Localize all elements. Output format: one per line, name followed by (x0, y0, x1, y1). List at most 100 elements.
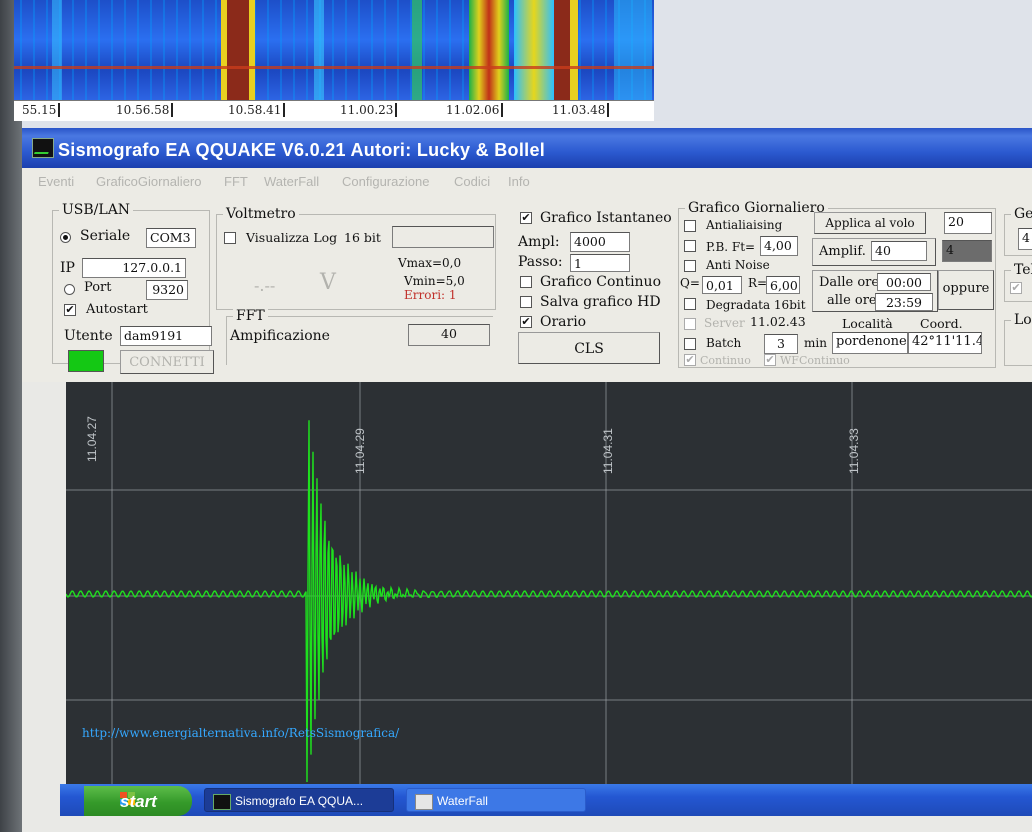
server-time: 11.02.43 (750, 314, 806, 329)
menu-codici[interactable]: Codici (454, 174, 490, 189)
network-url[interactable]: http://www.energialternativa.info/RetsSi… (82, 726, 399, 740)
menu-info[interactable]: Info (508, 174, 530, 189)
log-checkbox[interactable] (224, 232, 236, 244)
fft-amp-field[interactable]: 40 (408, 324, 490, 346)
task-waterfall[interactable]: WaterFall (406, 788, 586, 812)
voltage-unit: V (320, 270, 336, 295)
step-field[interactable]: 1 (570, 254, 630, 272)
serial-port-field[interactable]: COM3 (146, 228, 196, 248)
pb-checkbox[interactable] (684, 240, 696, 252)
title-bar[interactable]: Sismografo EA QQUAKE V6.0.21 Autori: Luc… (22, 128, 1032, 168)
step-label: Passo: (518, 254, 563, 270)
window-title: Sismografo EA QQUAKE V6.0.21 Autori: Luc… (58, 140, 546, 160)
wfcontinuo-checkbox[interactable]: ✔ (764, 354, 776, 366)
r-label: R= (748, 276, 768, 290)
save-hd-checkbox[interactable] (520, 296, 532, 308)
waterfall-tick: 11.02.06 (446, 103, 504, 117)
waterfall-time-axis: 55.15 10.56.58 10.58.41 11.00.23 11.02.0… (14, 100, 654, 121)
to-label: alle ore (827, 293, 877, 308)
serial-label: Seriale (80, 228, 131, 244)
user-field[interactable]: dam9191 (120, 326, 212, 346)
apply-live-button[interactable]: Applica al volo (814, 212, 926, 234)
cls-button[interactable]: CLS (518, 332, 660, 364)
log-group: Log (1004, 312, 1032, 366)
autostart-label: Autostart (86, 302, 148, 317)
time-checkbox[interactable]: ✔ (520, 316, 532, 328)
control-panel: USB/LAN Seriale COM3 IP 127.0.0.1 Port 9… (22, 194, 1032, 382)
port-field[interactable]: 9320 (146, 280, 188, 300)
antinoise-checkbox[interactable] (684, 260, 696, 272)
waterfall-tick: 11.03.48 (552, 103, 610, 117)
batch-field[interactable]: 3 (764, 334, 798, 354)
fft-title: FFT (233, 308, 268, 324)
to-field[interactable]: 23:59 (875, 293, 933, 311)
log-display (392, 226, 494, 248)
q-label: Q= (680, 276, 700, 290)
locality-field[interactable]: pordenone (832, 332, 908, 354)
time-tick-label: 11.04.33 (847, 428, 861, 474)
task-waterfall-label: WaterFall (437, 794, 488, 808)
seismograph-app-icon (32, 138, 54, 158)
continuo-label: Continuo (700, 354, 751, 367)
amplif-field[interactable]: 40 (871, 241, 927, 261)
locality-label: Località (842, 316, 893, 331)
degraded-checkbox[interactable] (684, 298, 696, 310)
wfcontinuo-label: WFContinuo (780, 354, 850, 367)
time-range-group: Dalle ore 00:00 alle ore 23:59 (812, 270, 938, 312)
ip-field[interactable]: 127.0.0.1 (82, 258, 186, 278)
voltmeter-title: Voltmetro (223, 206, 299, 222)
taskbar: start Sismografo EA QQUA... WaterFall (60, 784, 1032, 816)
menu-configurazione[interactable]: Configurazione (342, 174, 429, 189)
waterfall-tick: 55.15 (22, 103, 61, 117)
pb-field[interactable]: 4,00 (760, 236, 798, 256)
tel-checkbox[interactable]: ✔ (1010, 282, 1022, 294)
coord-field[interactable]: 42°11'11.42 (908, 332, 982, 354)
menu-waterfall[interactable]: WaterFall (264, 174, 319, 189)
ge-field[interactable]: 4 (1018, 228, 1032, 250)
task-sismografo[interactable]: Sismografo EA QQUA... (204, 788, 394, 812)
waterfall-tick: 11.00.23 (340, 103, 398, 117)
continuo-checkbox[interactable]: ✔ (684, 354, 696, 366)
or-button[interactable]: oppure (938, 270, 994, 310)
continuous-chart-checkbox[interactable] (520, 276, 532, 288)
menu-fft[interactable]: FFT (224, 174, 248, 189)
coord-label: Coord. (920, 316, 963, 331)
batch-checkbox[interactable] (684, 338, 696, 350)
port-radio[interactable] (64, 284, 75, 295)
window-task-icon (415, 794, 433, 810)
daily-chart-title: Grafico Giornaliero (685, 200, 828, 216)
apply-live-field[interactable]: 20 (944, 212, 992, 234)
time-tick-label: 11.04.31 (601, 428, 615, 474)
seismogram-chart: 11.04.27 11.04.29 11.04.31 11.04.33 http://… (66, 382, 1032, 786)
menu-bar: Eventi GraficoGiornaliero FFT WaterFall … (22, 168, 1032, 194)
server-checkbox[interactable] (684, 318, 696, 330)
ampl-field[interactable]: 4000 (570, 232, 630, 252)
start-button[interactable]: start (84, 786, 192, 816)
q-field[interactable]: 0,01 (702, 276, 742, 294)
autostart-checkbox[interactable]: ✔ (64, 304, 76, 316)
antialias-checkbox[interactable] (684, 220, 696, 232)
amplif-label: Amplif. (819, 244, 866, 259)
waterfall-spectrogram (14, 0, 654, 100)
batch-label: Batch (706, 336, 742, 350)
amplif-field-secondary[interactable]: 4 (942, 240, 992, 262)
menu-eventi[interactable]: Eventi (38, 174, 74, 189)
serial-radio[interactable] (60, 232, 71, 243)
voltage-reading: -.-- (254, 276, 276, 295)
instant-chart-checkbox[interactable]: ✔ (520, 212, 532, 224)
time-tick-label: 11.04.27 (85, 416, 99, 462)
user-label: Utente (64, 328, 113, 344)
usb-lan-title: USB/LAN (59, 202, 134, 218)
r-field[interactable]: 6,00 (766, 276, 800, 294)
degraded-label: Degradata 16bit (706, 298, 806, 312)
task-sismografo-label: Sismografo EA QQUA... (235, 794, 364, 808)
log-label: Visualizza Log (246, 230, 338, 245)
waterfall-tick: 10.58.41 (228, 103, 286, 117)
errors-count: Errori: 1 (404, 288, 457, 302)
from-field[interactable]: 00:00 (877, 273, 931, 291)
menu-grafico-giornaliero[interactable]: GraficoGiornaliero (96, 174, 202, 189)
server-label: Server (704, 316, 745, 330)
amplif-group: Amplif. 40 (812, 238, 936, 266)
waterfall-window: 55.15 10.56.58 10.58.41 11.00.23 11.02.0… (14, 0, 654, 121)
connect-button[interactable]: CONNETTI (120, 350, 214, 374)
